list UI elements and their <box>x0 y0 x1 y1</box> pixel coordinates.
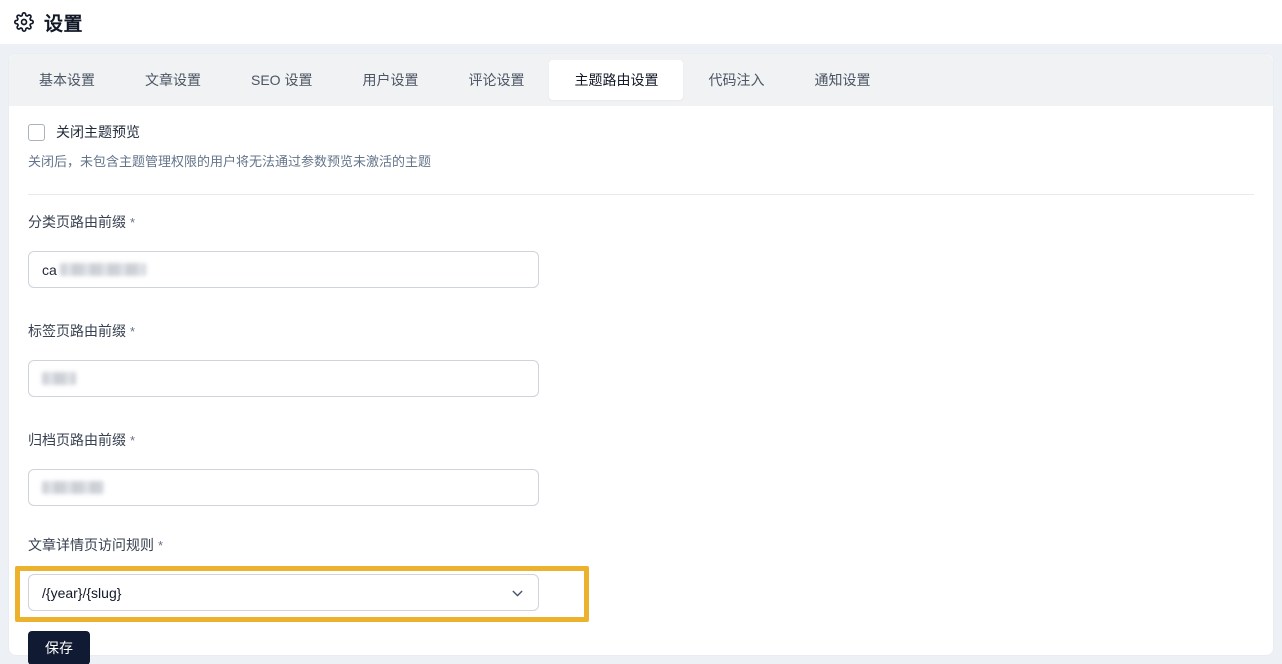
tag-prefix-field: 标签页路由前缀 * <box>28 321 1254 397</box>
tab-user[interactable]: 用户设置 <box>337 60 443 100</box>
tab-theme-route[interactable]: 主题路由设置 <box>549 60 684 100</box>
redacted-value <box>59 263 146 276</box>
required-mark: * <box>130 433 136 448</box>
save-button[interactable]: 保存 <box>28 631 90 664</box>
selected-option-text: /{year}/{slug} <box>42 584 122 601</box>
post-permalink-rule-select-wrap: /{year}/{slug} <box>15 566 589 622</box>
field-label-text: 文章详情页访问规则 <box>28 537 154 553</box>
settings-gear-icon <box>14 12 34 32</box>
post-permalink-rule-field: 文章详情页访问规则 * /{year}/{slug} <box>15 535 1254 622</box>
chevron-down-icon <box>512 590 523 597</box>
archive-prefix-input[interactable] <box>28 469 539 506</box>
disable-theme-preview-row: 关闭主题预览 <box>28 122 1254 142</box>
field-label-text: 归档页路由前缀 <box>28 432 126 448</box>
required-mark: * <box>130 324 136 339</box>
required-mark: * <box>130 215 136 230</box>
section-divider <box>28 194 1254 195</box>
tab-comment[interactable]: 评论设置 <box>443 60 549 100</box>
disable-theme-preview-label[interactable]: 关闭主题预览 <box>56 122 140 142</box>
field-label-text: 分类页路由前缀 <box>28 214 126 230</box>
settings-card: 基本设置 文章设置 SEO 设置 用户设置 评论设置 主题路由设置 代码注入 通… <box>8 53 1274 664</box>
page-header: 设置 <box>0 0 1282 44</box>
tag-prefix-input[interactable] <box>28 360 539 397</box>
input-visible-value: ca <box>42 261 57 278</box>
tab-seo[interactable]: SEO 设置 <box>226 60 337 100</box>
settings-tabs: 基本设置 文章设置 SEO 设置 用户设置 评论设置 主题路由设置 代码注入 通… <box>9 54 1273 106</box>
tag-prefix-label: 标签页路由前缀 * <box>28 321 1254 341</box>
tab-basic[interactable]: 基本设置 <box>14 60 120 100</box>
disable-theme-preview-checkbox[interactable] <box>28 123 45 141</box>
tab-notification[interactable]: 通知设置 <box>789 60 895 100</box>
redacted-value <box>42 372 76 385</box>
category-prefix-label: 分类页路由前缀 * <box>28 212 1254 232</box>
archive-prefix-label: 归档页路由前缀 * <box>28 430 1254 450</box>
tab-panel-theme-route: 关闭主题预览 关闭后，未包含主题管理权限的用户将无法通过参数预览未激活的主题 分… <box>9 106 1273 664</box>
post-permalink-rule-select[interactable]: /{year}/{slug} <box>28 574 539 611</box>
tab-code-inject[interactable]: 代码注入 <box>683 60 789 100</box>
disable-theme-preview-help: 关闭后，未包含主题管理权限的用户将无法通过参数预览未激活的主题 <box>28 154 432 169</box>
archive-prefix-field: 归档页路由前缀 * <box>28 430 1254 506</box>
required-mark: * <box>158 538 164 553</box>
field-label-text: 标签页路由前缀 <box>28 323 126 339</box>
page-title: 设置 <box>44 13 84 35</box>
category-prefix-input[interactable]: ca <box>28 251 539 288</box>
settings-page: 设置 基本设置 文章设置 SEO 设置 用户设置 评论设置 主题路由设置 代码注… <box>0 0 1282 664</box>
category-prefix-field: 分类页路由前缀 * ca <box>28 212 1254 288</box>
redacted-value <box>42 481 104 494</box>
tab-post[interactable]: 文章设置 <box>120 60 226 100</box>
post-permalink-rule-label: 文章详情页访问规则 * <box>28 535 1254 555</box>
